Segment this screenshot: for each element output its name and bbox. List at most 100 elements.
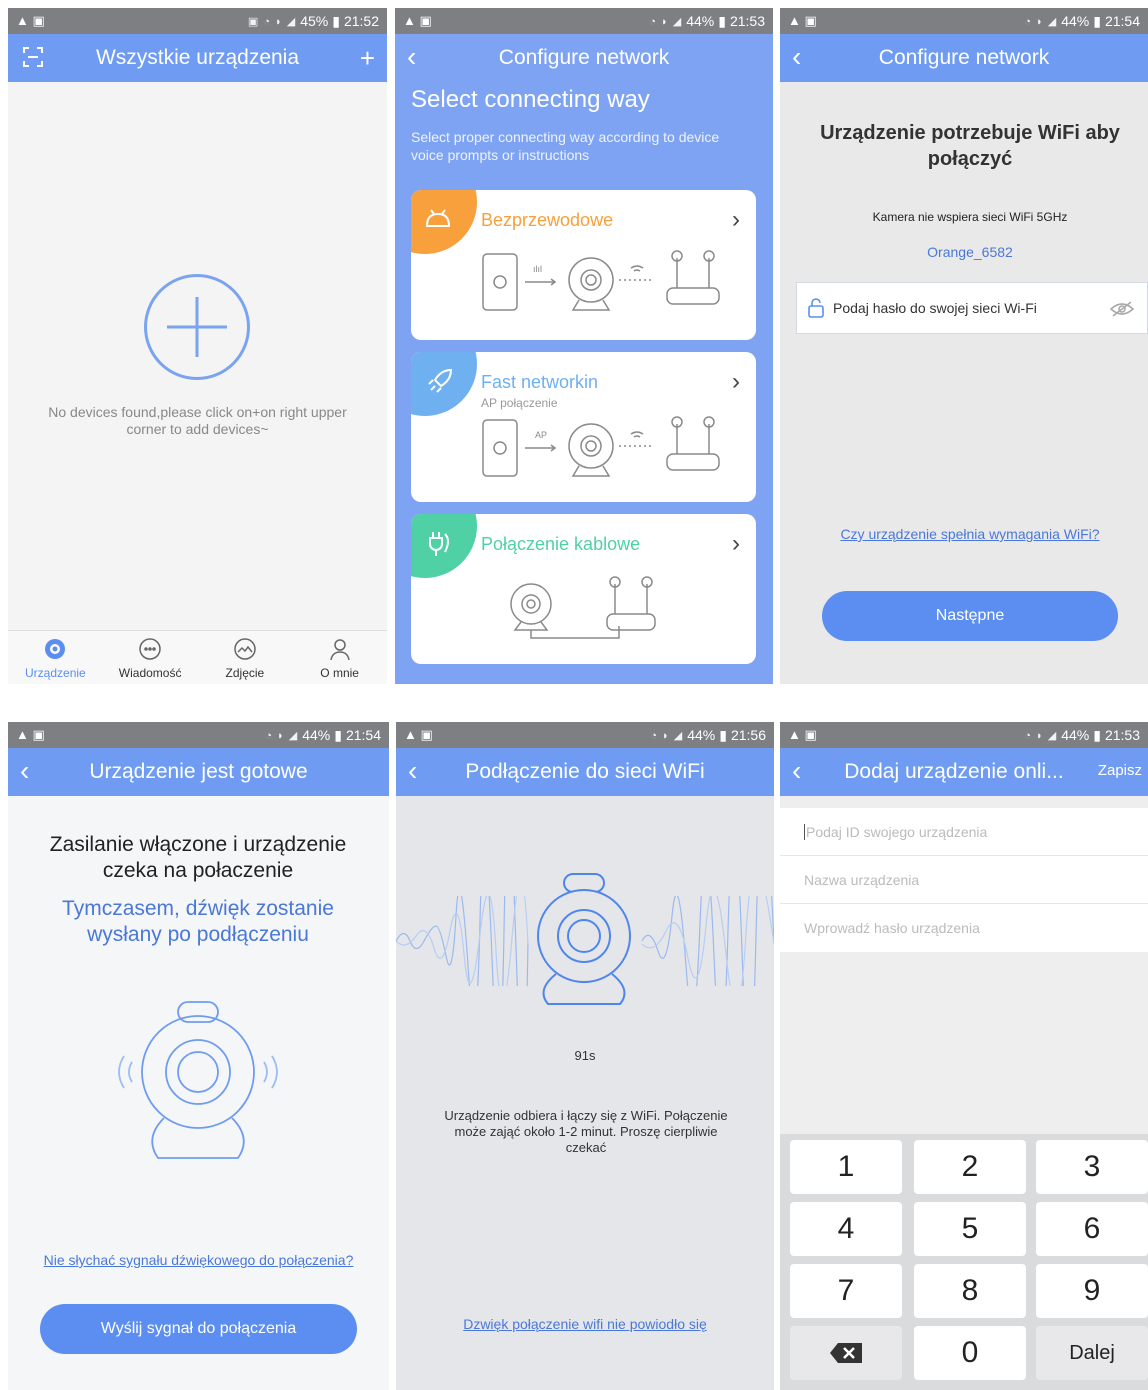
backspace-icon [830,1343,862,1363]
android-icon [425,209,451,227]
save-button[interactable]: Zapisz [1098,762,1142,779]
scan-icon[interactable] [22,46,44,68]
screen-device-list: ▲ ▣ ▣ ◔ ◗ ◢ 45% ▮ 21:52 Wszystkie urządzeni… [8,8,387,684]
screen-select-way: ▲ ▣ ◔ ◗ ◢ 44% ▮ 21:53 ‹ Configure network S… [395,8,773,684]
status-left: ▲ ▣ [16,727,45,742]
tab-label: O mnie [320,666,359,680]
bottom-tab-bar: Urządzenie Wiadomość Zdjęcie O mnie [8,630,387,684]
connecting-message: Urządzenie odbiera i łączy się z WiFi. P… [444,1108,728,1155]
app-bar: Wszystkie urządzenia + [8,34,387,82]
clock: 21:54 [1104,13,1140,29]
wifi-requirements-link[interactable]: Czy urządzenie spełnia wymagania WiFi? [780,526,1148,542]
wifi-5ghz-note: Kamera nie wspiera sieci WiFi 5GHz [872,210,1068,224]
diagram-label: ılıl [533,264,542,274]
add-device-circle[interactable] [144,274,250,380]
key-9[interactable]: 9 [1036,1264,1148,1318]
wired-diagram [510,576,656,639]
back-icon[interactable]: ‹ [792,756,820,788]
camera-tab-icon [45,639,66,659]
plug-icon [429,532,449,556]
wifi-ssid: Orange_6582 [927,244,1013,260]
camera-icon [537,873,631,1005]
battery-text: 44% [1061,13,1090,29]
page-title: Configure network [498,46,670,69]
back-icon[interactable]: ‹ [408,756,436,788]
device-name-field[interactable]: Nazwa urządzenia [780,856,1148,904]
app-bar: ‹ Configure network [395,34,773,82]
card-subtitle: AP połączenie [481,396,558,410]
back-icon[interactable]: ‹ [792,42,820,74]
ready-heading: Zasilanie włączone i urządzenie czeka na… [49,833,347,882]
key-4[interactable]: 4 [790,1202,902,1256]
chat-icon [139,638,161,660]
eye-hidden-icon[interactable] [1109,300,1135,318]
plus-icon [167,297,227,357]
tab-profile[interactable]: O mnie [292,631,387,684]
signal-icons: ◔ ◗ ◢ [650,729,684,742]
card-title: Fast networkin [481,372,599,392]
battery-icon: ▮ [719,726,727,743]
card-title: Połączenie kablowe [481,534,641,554]
battery-text: 45% [300,13,329,29]
password-field[interactable]: Podaj hasło do swojej sieci Wi-Fi [796,282,1148,334]
next-button[interactable]: Następne [822,591,1118,641]
chevron-right-icon: › [732,206,740,233]
signal-icons: ◔ ◗ ◢ [265,729,299,742]
key-5[interactable]: 5 [914,1202,1026,1256]
photo-icon [234,638,256,660]
countdown-timer: 91s [574,1048,596,1063]
card-ap[interactable]: Fast networkin AP połączenie › AP [411,352,756,502]
key-8[interactable]: 8 [914,1264,1026,1318]
screen-wifi-password: ▲ ▣ ◔ ◗ ◢ 44% ▮ 21:54 ‹ Configure network U… [780,8,1148,684]
battery-icon: ▮ [334,726,342,743]
clock: 21:54 [345,727,381,743]
card-wired[interactable]: Połączenie kablowe › [411,514,756,664]
back-icon[interactable]: ‹ [20,756,48,788]
backspace-key[interactable] [790,1326,902,1380]
tab-messages[interactable]: Wiadomość [103,631,198,684]
key-0[interactable]: 0 [914,1326,1026,1380]
device-id-field[interactable]: Podaj ID swojego urządzenia [780,808,1148,856]
send-signal-button[interactable]: Wyślij sygnał do połączenia [40,1304,357,1354]
no-sound-link[interactable]: Nie słychać sygnału dźwiękowego do połąc… [8,1252,389,1268]
status-bar: ▲ ▣ ◔ ◗ ◢ 44% ▮ 21:54 [780,8,1148,34]
battery-icon: ▮ [718,12,726,29]
done-key[interactable]: Dalej [1036,1326,1148,1380]
status-left: ▲ ▣ [404,727,433,742]
key-6[interactable]: 6 [1036,1202,1148,1256]
key-7[interactable]: 7 [790,1264,902,1318]
key-2[interactable]: 2 [914,1140,1026,1194]
key-3[interactable]: 3 [1036,1140,1148,1194]
tab-photos[interactable]: Zdjęcie [198,631,293,684]
sound-failed-link[interactable]: Dzwięk połączenie wifi nie powiodło się [396,1316,774,1332]
section-heading: Select connecting way [411,86,650,113]
card-wireless[interactable]: Bezprzewodowe › ılıl [411,190,756,340]
status-left: ▲ ▣ [788,13,817,28]
chevron-right-icon: › [732,530,740,557]
status-bar: ▲ ▣ ▣ ◔ ◗ ◢ 45% ▮ 21:52 [8,8,387,34]
signal-icons: ▣ ◔ ◗ ◢ [247,15,297,28]
battery-icon: ▮ [1093,726,1101,743]
password-placeholder: Podaj hasło do swojej sieci Wi-Fi [833,300,1037,316]
device-id-placeholder: Podaj ID swojego urządzenia [804,824,988,840]
tab-label: Urządzenie [25,666,86,680]
rocket-icon [428,368,453,393]
app-bar: ‹ Podłączenie do sieci WiFi [396,748,774,796]
device-form: Podaj ID swojego urządzenia Nazwa urządz… [780,808,1148,952]
lock-icon [808,298,824,318]
tab-devices[interactable]: Urządzenie [8,631,103,684]
signal-icons: ◔ ◗ ◢ [1024,729,1058,742]
clock: 21:56 [730,727,766,743]
person-icon [329,639,350,661]
tab-label: Zdjęcie [225,666,265,680]
back-icon[interactable]: ‹ [407,42,435,74]
key-1[interactable]: 1 [790,1140,902,1194]
add-device-icon[interactable]: + [360,44,375,72]
app-bar: ‹ Configure network [780,34,1148,82]
battery-text: 44% [302,727,331,743]
status-bar: ▲ ▣ ◔ ◗ ◢ 44% ▮ 21:53 [780,722,1148,748]
clock: 21:53 [729,13,765,29]
screen-add-device-online: ▲ ▣ ◔ ◗ ◢ 44% ▮ 21:53 ‹ Dodaj urządzenie on… [780,722,1148,1390]
device-password-field[interactable]: Wprowadź hasło urządzenia [780,904,1148,952]
clock: 21:53 [1104,727,1140,743]
